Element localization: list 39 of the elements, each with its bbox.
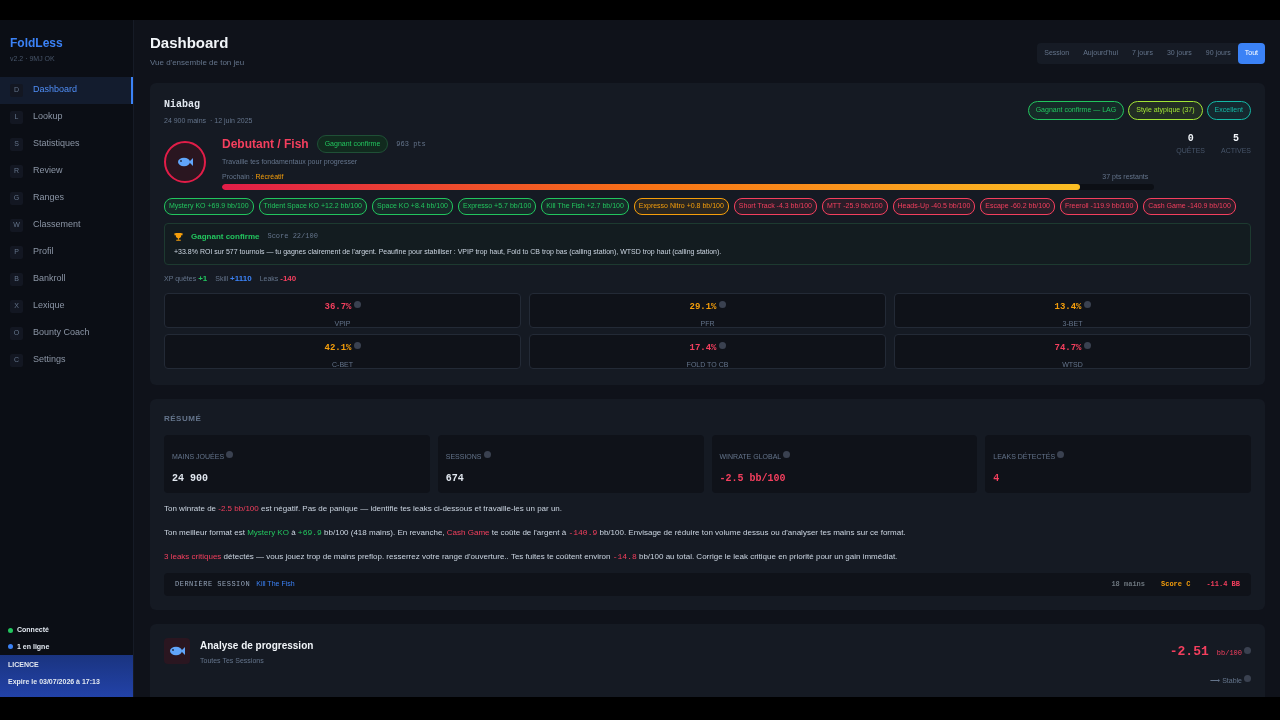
trophy-icon xyxy=(174,232,183,241)
counter-value: 5 xyxy=(1232,131,1241,146)
help-icon[interactable] xyxy=(1244,646,1251,654)
section-title: Analyse de progression xyxy=(200,638,315,653)
help-icon[interactable] xyxy=(783,451,791,459)
page-subtitle: Vue d'ensemble de ton jeu xyxy=(150,57,245,69)
stat-value: 13.4% xyxy=(1054,301,1082,312)
summary-paragraph: 3 leaks critiques détectés — vous jouez trop de mains preflop. resserrez votre range d'ouverture.. Tes fuites te coûtent environ -14.8 bb/100 au total. Corrige le leak critique en priorité pour un gain immédiat. xyxy=(164,551,899,563)
help-icon[interactable] xyxy=(1244,674,1251,682)
verdict-title: Gagnant confirme xyxy=(191,230,260,243)
help-icon[interactable] xyxy=(1083,342,1091,349)
app-logo: FoldLess xyxy=(9,35,64,52)
fish-icon xyxy=(177,156,193,169)
stat-value: 36.7% xyxy=(324,301,352,312)
help-icon[interactable] xyxy=(1083,301,1091,308)
player-name: Niabag xyxy=(164,98,201,112)
help-icon[interactable] xyxy=(353,301,361,308)
summary-paragraph: Ton meilleur format est Mystery KO à +69.9 bb/100 (418 mains). En revanche, Cash Game te coûte de l'argent à -140.9 bb/100. Envisage de réduire ton volume dessus ou d'analyser tes mains sur ce format. xyxy=(164,527,907,539)
tile-value: -2.5 bb/100 xyxy=(719,472,787,486)
winrate-value: -2.51 xyxy=(1169,643,1209,659)
help-icon[interactable] xyxy=(718,301,726,308)
rank-title: Debutant / Fish xyxy=(222,135,309,153)
stat-value: 74.7% xyxy=(1054,342,1082,353)
stat-value: 29.1% xyxy=(689,301,717,312)
page-title: Dashboard xyxy=(150,34,230,52)
tile-value: 24 900 xyxy=(172,472,209,486)
tile-value: 4 xyxy=(993,472,1001,486)
counter-value: 0 xyxy=(1186,131,1195,146)
help-icon[interactable] xyxy=(353,342,361,349)
stat-value: 42.1% xyxy=(324,342,352,353)
tile-value: 674 xyxy=(445,472,465,486)
summary-paragraph: Ton winrate de -2.5 bb/100 est négatif. Pas de panique — identifie tes leaks ci-dessous et travaille-les un par un. xyxy=(164,503,564,515)
help-icon[interactable] xyxy=(483,451,491,459)
stat-value: 17.4% xyxy=(689,342,717,353)
help-icon[interactable] xyxy=(718,342,726,349)
help-icon[interactable] xyxy=(226,451,234,459)
fish-icon xyxy=(169,644,185,657)
section-title: RÉSUMÉ xyxy=(164,413,203,425)
help-icon[interactable] xyxy=(1057,451,1065,459)
